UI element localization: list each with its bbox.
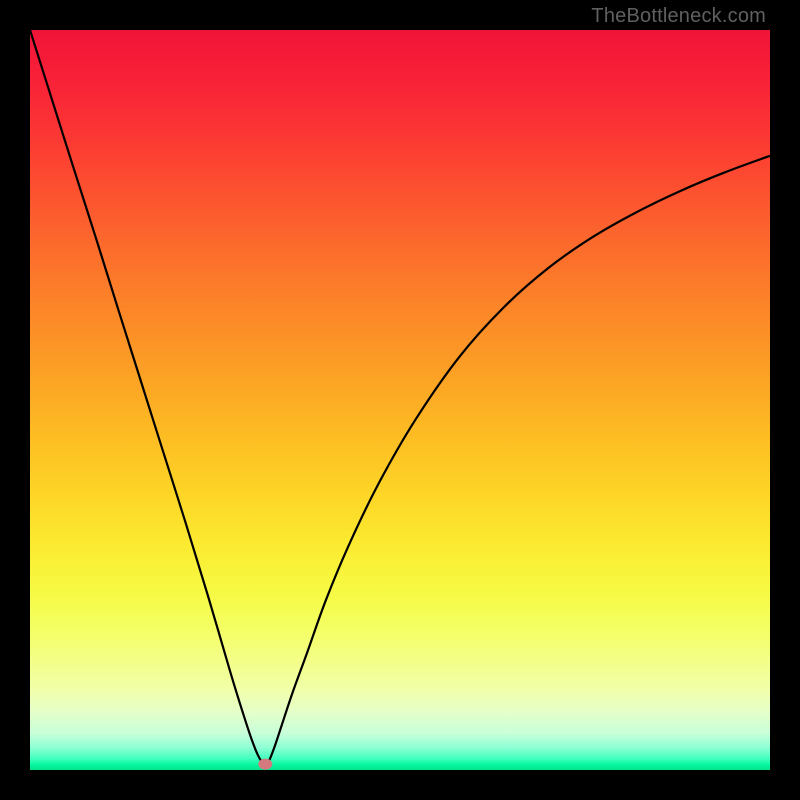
chart-svg — [30, 30, 770, 770]
chart-container: TheBottleneck.com — [0, 0, 800, 800]
optimal-point-marker — [258, 759, 272, 770]
attribution-label: TheBottleneck.com — [591, 5, 766, 28]
bottleneck-curve — [30, 30, 770, 766]
plot-area — [30, 30, 770, 770]
